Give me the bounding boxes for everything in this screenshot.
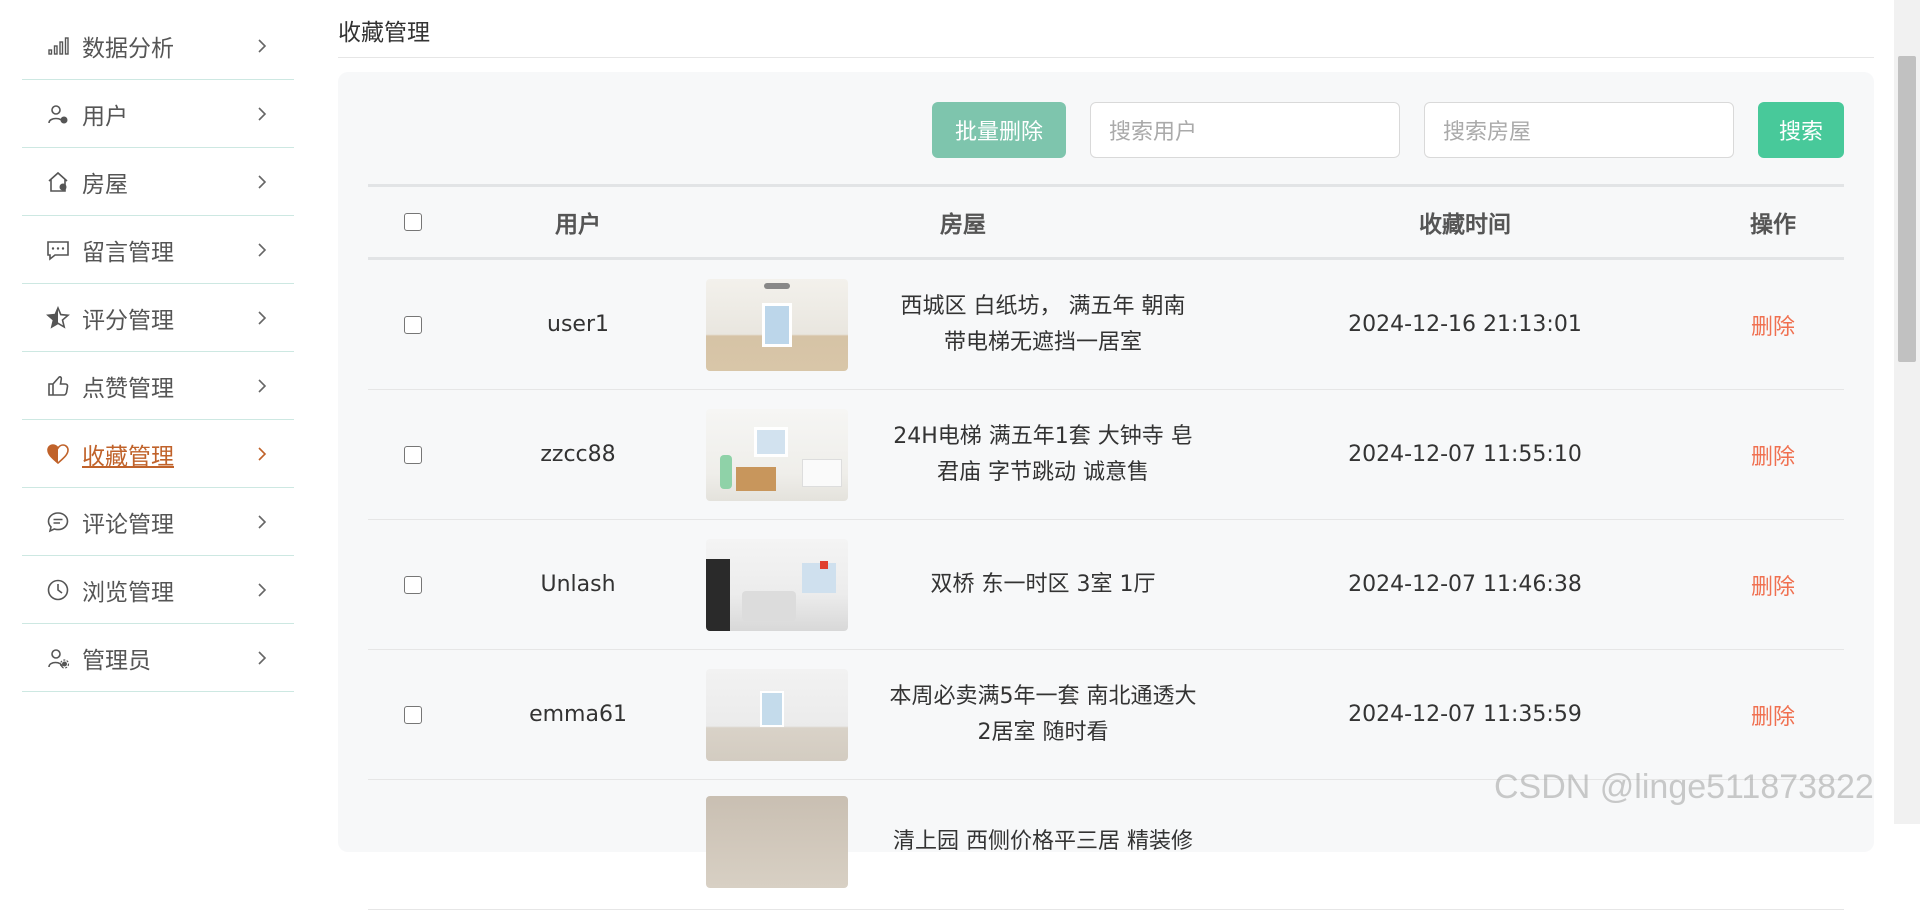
- row-user: zzcc88: [540, 442, 616, 467]
- sidebar-item-label: 收藏管理: [82, 443, 174, 470]
- sidebar: 数据分析 用户 房屋 留言管理 评分管理 点赞管理 收藏管理 评论管理 浏览管理: [22, 12, 294, 692]
- sidebar-item-label: 用户: [82, 103, 128, 130]
- sidebar-item-messages[interactable]: 留言管理: [22, 216, 294, 284]
- sidebar-item-favorites[interactable]: 收藏管理: [22, 420, 294, 488]
- page-title: 收藏管理: [338, 0, 1874, 58]
- chevron-right-icon: [258, 446, 267, 461]
- delete-link[interactable]: 删除: [1751, 575, 1795, 600]
- watermark: CSDN @linge511873822: [1494, 768, 1874, 806]
- row-time: 2024-12-07 11:55:10: [1348, 442, 1582, 467]
- sidebar-item-label: 评论管理: [82, 511, 174, 538]
- heart-icon: [46, 442, 70, 466]
- select-all-checkbox[interactable]: [404, 213, 422, 231]
- table-row: Unlash 双桥 东一时区 3室 1厅 2024-12-07 11:46:38…: [368, 520, 1844, 650]
- star-icon: [46, 305, 70, 330]
- vertical-scrollbar[interactable]: [1894, 0, 1920, 824]
- row-house-title-line1: 清上园 西侧价格平三居 精装修: [893, 829, 1193, 854]
- sidebar-item-label: 房屋: [82, 171, 128, 198]
- message-icon: [46, 238, 70, 262]
- chevron-right-icon: [258, 514, 267, 529]
- table-row: zzcc88 24H电梯 满五年1套 大钟寺 皂 君庙 字节跳动 诚意售 202…: [368, 390, 1844, 520]
- admin-icon: [46, 646, 70, 670]
- house-thumbnail: [706, 796, 848, 888]
- sidebar-item-label: 数据分析: [82, 35, 174, 62]
- row-checkbox[interactable]: [404, 575, 422, 594]
- row-user: user1: [547, 312, 609, 337]
- sidebar-item-label: 管理员: [82, 647, 151, 674]
- sidebar-item-label: 留言管理: [82, 239, 174, 266]
- row-user: emma61: [529, 702, 627, 727]
- sidebar-item-label: 评分管理: [82, 307, 174, 334]
- sidebar-item-browsing[interactable]: 浏览管理: [22, 556, 294, 624]
- house-thumbnail: [706, 668, 848, 761]
- sidebar-item-ratings[interactable]: 评分管理: [22, 284, 294, 352]
- chevron-right-icon: [258, 174, 267, 189]
- row-time: 2024-12-07 11:46:38: [1348, 572, 1582, 597]
- comment-icon: [46, 510, 70, 534]
- chevron-right-icon: [258, 650, 267, 665]
- chevron-right-icon: [258, 582, 267, 597]
- header-time: 收藏时间: [1419, 212, 1511, 238]
- sidebar-item-users[interactable]: 用户: [22, 80, 294, 148]
- header-user: 用户: [555, 212, 601, 238]
- row-house-title-line2: 君庙 字节跳动 诚意售: [937, 459, 1149, 485]
- chevron-right-icon: [258, 106, 267, 121]
- house-thumbnail: [706, 538, 848, 631]
- row-house-title-line2: 2居室 随时看: [977, 719, 1109, 745]
- row-house-title-line1: 24H电梯 满五年1套 大钟寺 皂: [893, 423, 1193, 449]
- chevron-right-icon: [258, 242, 267, 257]
- sidebar-item-admins[interactable]: 管理员: [22, 624, 294, 692]
- favorites-card: 批量删除 搜索用户 搜索房屋 搜索 用户 房屋 收藏时间 操作 user1 西城…: [338, 72, 1874, 910]
- row-checkbox[interactable]: [404, 315, 422, 334]
- delete-link[interactable]: 删除: [1751, 705, 1795, 730]
- chevron-right-icon: [258, 310, 267, 325]
- sidebar-item-likes[interactable]: 点赞管理: [22, 352, 294, 420]
- clock-icon: [46, 578, 70, 602]
- delete-link[interactable]: 删除: [1751, 445, 1795, 470]
- scrollbar-thumb[interactable]: [1898, 56, 1916, 362]
- sidebar-item-label: 点赞管理: [82, 375, 174, 402]
- user-icon: [46, 102, 70, 126]
- chevron-right-icon: [258, 38, 267, 53]
- batch-delete-button[interactable]: 批量删除: [932, 102, 1066, 158]
- row-house-title-line2: 带电梯无遮挡一居室: [943, 329, 1142, 355]
- header-op: 操作: [1750, 212, 1796, 238]
- row-time: 2024-12-07 11:35:59: [1348, 702, 1582, 727]
- sidebar-item-data-analysis[interactable]: 数据分析: [22, 12, 294, 80]
- sidebar-item-label: 浏览管理: [82, 579, 174, 606]
- row-user: Unlash: [540, 572, 616, 597]
- row-house-title-line1: 双桥 东一时区 3室 1厅: [930, 571, 1156, 597]
- house-thumbnail: [706, 408, 848, 501]
- table-row: emma61 本周必卖满5年一套 南北通透大 2居室 随时看 2024-12-0…: [368, 650, 1844, 780]
- search-user-input[interactable]: 搜索用户: [1090, 102, 1400, 158]
- header-house: 房屋: [940, 212, 986, 238]
- row-checkbox[interactable]: [404, 705, 422, 724]
- house-thumbnail: [706, 278, 848, 371]
- toolbar: 批量删除 搜索用户 搜索房屋 搜索: [932, 102, 1844, 158]
- thumbs-up-icon: [46, 374, 70, 398]
- row-house-title-line1: 西城区 白纸坊， 满五年 朝南: [900, 293, 1186, 319]
- table-row: user1 西城区 白纸坊， 满五年 朝南 带电梯无遮挡一居室 2024-12-…: [368, 260, 1844, 390]
- main-content: 收藏管理 批量删除 搜索用户 搜索房屋 搜索 用户 房屋 收藏时间 操作 use…: [338, 0, 1874, 910]
- house-icon: [46, 170, 70, 194]
- row-time: 2024-12-16 21:13:01: [1348, 312, 1582, 337]
- bar-chart-icon: [46, 34, 70, 58]
- row-house-title-line1: 本周必卖满5年一套 南北通透大: [889, 683, 1197, 709]
- search-button[interactable]: 搜索: [1758, 102, 1844, 158]
- delete-link[interactable]: 删除: [1751, 315, 1795, 340]
- row-checkbox[interactable]: [404, 445, 422, 464]
- chevron-right-icon: [258, 378, 267, 393]
- search-house-input[interactable]: 搜索房屋: [1424, 102, 1734, 158]
- sidebar-item-houses[interactable]: 房屋: [22, 148, 294, 216]
- table-header: 用户 房屋 收藏时间 操作: [368, 184, 1844, 260]
- sidebar-item-comments[interactable]: 评论管理: [22, 488, 294, 556]
